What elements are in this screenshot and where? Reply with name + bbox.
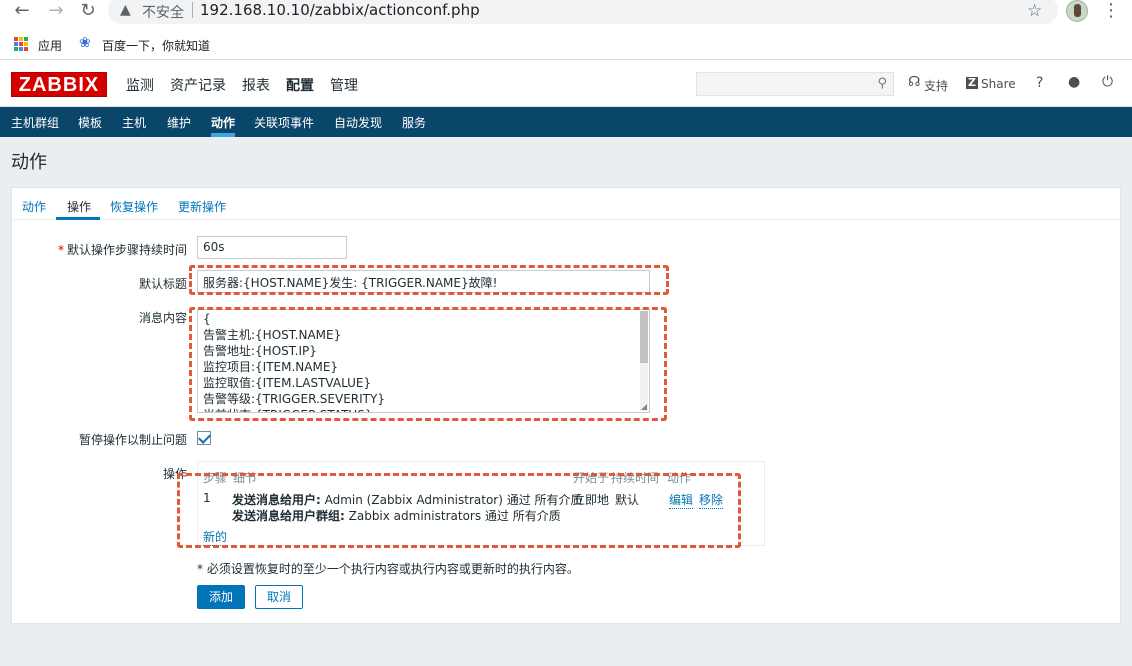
menu-monitoring[interactable]: 监测 [118, 75, 162, 95]
subnav-templates[interactable]: 模板 [78, 114, 102, 131]
baidu-paw-icon: ❀ [79, 35, 91, 51]
bookmarks-bar: 应用 ❀ 百度一下，你就知道 [0, 32, 1132, 56]
step-duration-label-text: 默认操作步骤持续时间 [66, 243, 187, 257]
share-z-icon: Z [966, 76, 978, 89]
subnav-services[interactable]: 服务 [402, 114, 426, 131]
address-bar[interactable]: ▲ 不安全 192.168.10.10/zabbix/actionconf.ph… [108, 0, 1058, 24]
forward-icon[interactable]: → [44, 0, 68, 22]
pause-checkbox[interactable] [197, 431, 211, 445]
highlight-message [189, 307, 667, 421]
search-icon[interactable]: ⚲ [877, 76, 887, 91]
required-mark: * [57, 243, 64, 257]
subnav-active-indicator [211, 133, 235, 137]
active-tab-indicator [56, 217, 100, 220]
warning-icon: ▲ [120, 2, 131, 18]
menu-configuration[interactable]: 配置 [278, 75, 322, 95]
insecure-label: 不安全 [142, 5, 184, 21]
zabbix-header: ZABBIX 监测 资产记录 报表 配置 管理 ⚲ ☊ 支持 Z Share ?… [0, 60, 1132, 107]
support-link[interactable]: 支持 [924, 77, 948, 94]
tab-update-operations[interactable]: 更新操作 [178, 198, 226, 215]
subnav-discovery[interactable]: 自动发现 [334, 114, 382, 131]
top-menu: 监测 资产记录 报表 配置 管理 [118, 75, 366, 95]
global-search-input[interactable]: ⚲ [696, 72, 894, 96]
page-title: 动作 [11, 152, 47, 173]
highlight-subject [189, 265, 669, 295]
share-link[interactable]: Share [981, 77, 1016, 91]
subnav-hosts[interactable]: 主机 [122, 114, 146, 131]
menu-reports[interactable]: 报表 [234, 75, 278, 95]
zabbix-logo[interactable]: ZABBIX [11, 72, 107, 97]
url-text[interactable]: 192.168.10.10/zabbix/actionconf.php [200, 1, 480, 19]
cancel-button[interactable]: 取消 [255, 585, 303, 609]
message-label: 消息内容 [138, 311, 187, 325]
help-link[interactable]: ? [1036, 75, 1043, 91]
omnibox-separator [192, 2, 193, 18]
browser-menu-icon[interactable]: ⋮ [1102, 0, 1120, 22]
add-button[interactable]: 添加 [197, 585, 245, 609]
subnav-actions[interactable]: 动作 [211, 114, 235, 131]
highlight-operations [177, 473, 741, 548]
menu-administration[interactable]: 管理 [322, 75, 366, 95]
pause-label: 暂停操作以制止问题 [78, 433, 187, 447]
required-note: * 必须设置恢复时的至少一个执行内容或执行内容或更新时的执行内容。 [197, 562, 579, 576]
back-icon[interactable]: ← [10, 0, 34, 22]
profile-avatar[interactable] [1066, 0, 1088, 22]
bookmark-star-icon[interactable]: ☆ [1027, 0, 1042, 22]
subnav-maintenance[interactable]: 维护 [167, 114, 191, 131]
logout-icon[interactable]: ⏻ [1102, 74, 1113, 90]
menu-inventory[interactable]: 资产记录 [162, 75, 234, 95]
step-duration-label: * 默认操作步骤持续时间 [58, 241, 187, 258]
user-icon[interactable]: ● [1068, 74, 1080, 90]
subnav-host-groups[interactable]: 主机群组 [11, 114, 59, 131]
subject-label: 默认标题 [138, 277, 187, 291]
form-tabs: 动作 操作 恢复操作 更新操作 [12, 188, 1120, 220]
tab-operations[interactable]: 操作 [67, 198, 91, 215]
apps-grid-icon[interactable] [14, 37, 28, 51]
reload-icon[interactable]: ↻ [76, 0, 100, 22]
bookmark-apps[interactable]: 应用 [38, 37, 62, 54]
browser-chrome: ← → ↻ ▲ 不安全 192.168.10.10/zabbix/actionc… [0, 0, 1132, 60]
headset-icon: ☊ [908, 74, 921, 90]
step-duration-input[interactable]: 60s [197, 236, 347, 259]
sub-navigation: 主机群组 模板 主机 维护 动作 关联项事件 自动发现 服务 [0, 107, 1132, 137]
tab-recovery-operations[interactable]: 恢复操作 [110, 198, 158, 215]
subnav-event-correlation[interactable]: 关联项事件 [254, 114, 314, 131]
tab-action[interactable]: 动作 [22, 198, 46, 215]
bookmark-baidu[interactable]: 百度一下，你就知道 [102, 37, 210, 54]
